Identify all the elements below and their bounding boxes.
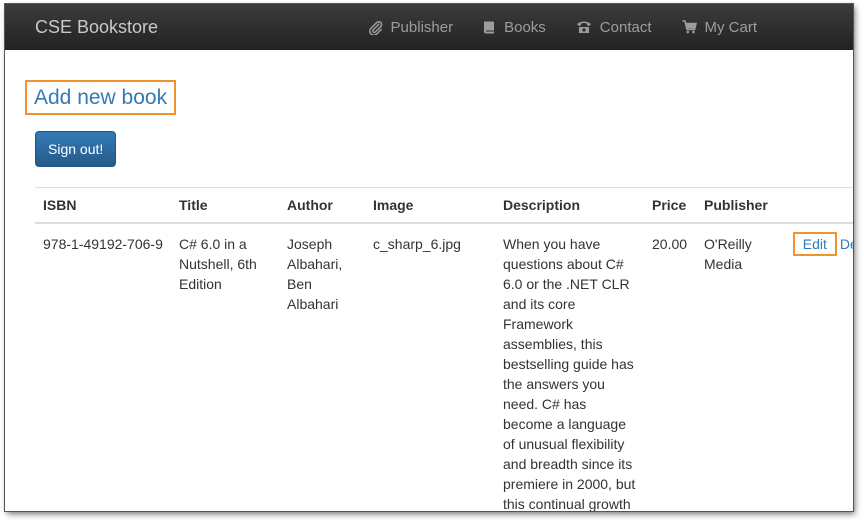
- nav-item-label: Contact: [599, 18, 652, 36]
- nav-links: Publisher Books Contact My Cart: [338, 19, 757, 36]
- delete-link[interactable]: Delete: [840, 236, 853, 252]
- sign-out-button[interactable]: Sign out!: [35, 131, 117, 167]
- header-actions: [775, 187, 853, 224]
- nav-item-contact[interactable]: Contact: [576, 19, 652, 36]
- cell-author: Joseph Albahari, Ben Albahari: [287, 236, 343, 312]
- cell-actions: EditDelete: [776, 223, 853, 511]
- table-header-row: ISBN Title Author Image Description Pric…: [35, 187, 853, 224]
- cart-icon: [682, 20, 697, 34]
- book-icon: [484, 21, 495, 33]
- cell-isbn: 978-1-49192-706-9: [43, 236, 163, 252]
- nav-item-label: My Cart: [704, 18, 758, 36]
- add-new-book-link[interactable]: Add new book: [25, 80, 177, 115]
- header-image: Image: [365, 187, 495, 224]
- nav-item-publisher[interactable]: Publisher: [368, 18, 454, 36]
- edit-link[interactable]: Edit: [792, 232, 837, 256]
- phone-icon: [576, 21, 591, 33]
- books-table: ISBN Title Author Image Description Pric…: [35, 187, 853, 511]
- main-content: Add new book Sign out! ISBN Title Author…: [5, 50, 853, 511]
- nav-item-label: Books: [504, 18, 546, 36]
- cell-publisher: O'Reilly Media: [704, 236, 752, 272]
- cell-title: C# 6.0 in a Nutshell, 6th Edition: [179, 236, 257, 292]
- paperclip-icon: [368, 20, 382, 35]
- header-price: Price: [644, 187, 696, 224]
- cell-image: c_sharp_6.jpg: [373, 236, 461, 252]
- nav-item-books[interactable]: Books: [483, 19, 546, 36]
- cell-price: 20.00: [652, 236, 688, 252]
- header-title: Title: [171, 187, 279, 224]
- browser-page: CSE Bookstore Publisher Books Contact My…: [5, 4, 853, 511]
- header-publisher: Publisher: [696, 187, 776, 224]
- cell-description: When you have questions about C# 6.0 or …: [503, 236, 636, 511]
- header-author: Author: [279, 187, 365, 224]
- header-isbn: ISBN: [35, 187, 171, 224]
- table-row: 978-1-49192-706-9 C# 6.0 in a Nutshell, …: [35, 223, 853, 511]
- brand-link[interactable]: CSE Bookstore: [35, 17, 158, 38]
- header-description: Description: [495, 187, 644, 224]
- nav-item-cart[interactable]: My Cart: [682, 18, 758, 36]
- nav-item-label: Publisher: [390, 18, 454, 36]
- top-navbar: CSE Bookstore Publisher Books Contact My…: [5, 4, 853, 50]
